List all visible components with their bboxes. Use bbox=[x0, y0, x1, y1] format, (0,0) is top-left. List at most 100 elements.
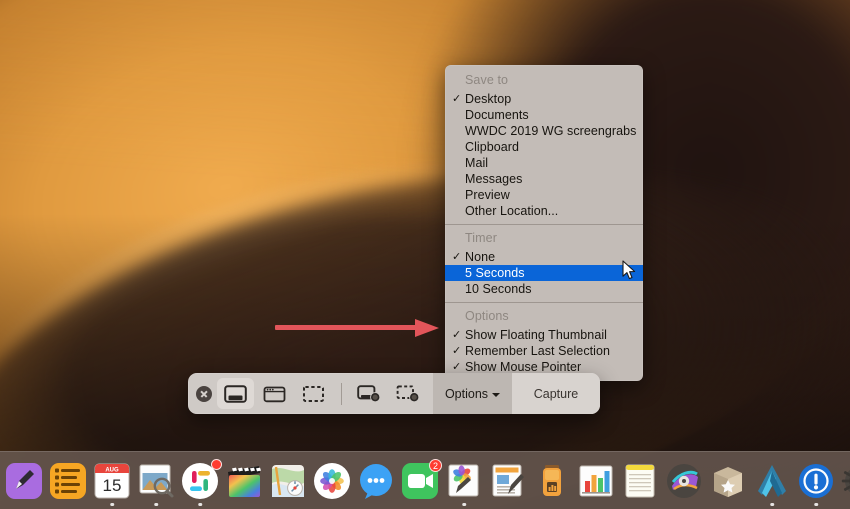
capture-button[interactable]: Capture bbox=[512, 373, 600, 414]
dock-item-facetime[interactable]: 2 bbox=[398, 454, 442, 506]
menu-item[interactable]: Other Location... bbox=[445, 203, 643, 219]
record-entire-screen-button[interactable] bbox=[351, 378, 388, 409]
menu-item[interactable]: Preview bbox=[445, 187, 643, 203]
app-running-indicator bbox=[110, 502, 114, 506]
dock-item-numbers[interactable] bbox=[574, 454, 618, 506]
screenshot-toolbar[interactable]: Options Capture bbox=[188, 373, 600, 414]
menu-item[interactable]: Documents bbox=[445, 107, 643, 123]
photos-icon bbox=[312, 461, 352, 501]
dock-item-calendar[interactable]: AUG 15 bbox=[90, 454, 134, 506]
dock-item-photos[interactable] bbox=[310, 454, 354, 506]
numbers-icon bbox=[576, 461, 616, 501]
screenshot-options-menu[interactable]: Save to ✓ Desktop Documents WWDC 2019 WG scr… bbox=[445, 65, 643, 381]
menu-item-label: Mail bbox=[465, 156, 489, 170]
final-cut-pro-icon bbox=[228, 466, 261, 497]
stickies-notes-icon bbox=[625, 464, 655, 498]
dock-item-final-cut-pro[interactable] bbox=[222, 454, 266, 506]
dock-item-stickies[interactable] bbox=[618, 454, 662, 506]
dvd-player-icon bbox=[664, 461, 704, 501]
app-running-indicator bbox=[154, 502, 158, 506]
preview-icon bbox=[136, 461, 176, 501]
system-preferences-gear-icon bbox=[841, 469, 850, 493]
menu-item[interactable]: ✓ Desktop bbox=[445, 91, 643, 107]
final-cut-pro-icon bbox=[224, 461, 264, 501]
menu-item[interactable]: Messages bbox=[445, 171, 643, 187]
checkmark-icon: ✓ bbox=[452, 345, 462, 357]
capture-entire-screen-button[interactable] bbox=[217, 378, 254, 409]
desktop-screen: Save to ✓ Desktop Documents WWDC 2019 WG scr… bbox=[0, 0, 850, 509]
close-icon[interactable] bbox=[196, 385, 212, 402]
dock-item-system-preferences[interactable] bbox=[838, 454, 850, 506]
dock[interactable]: AUG 15 2 bbox=[0, 451, 850, 509]
transmit-icon bbox=[752, 461, 792, 501]
menu-section-header: Timer bbox=[465, 231, 497, 245]
menu-item[interactable]: Mail bbox=[445, 155, 643, 171]
1password-icon bbox=[796, 461, 836, 501]
menu-item[interactable]: Clipboard bbox=[445, 139, 643, 155]
dock-item-1password[interactable] bbox=[794, 454, 838, 506]
dock-item-package-archive[interactable] bbox=[706, 454, 750, 506]
dock-item-dvd-player[interactable] bbox=[662, 454, 706, 506]
selected-window-icon bbox=[263, 386, 286, 402]
toolbar-divider bbox=[341, 382, 342, 405]
notification-badge: 2 bbox=[429, 459, 442, 472]
package-archive-icon bbox=[708, 461, 748, 501]
menu-item-label: Clipboard bbox=[465, 140, 519, 154]
dock-item-honey-jar-app[interactable] bbox=[530, 454, 574, 506]
app-running-indicator bbox=[462, 502, 466, 506]
dock-item-slack[interactable] bbox=[178, 454, 222, 506]
maps-icon bbox=[268, 461, 308, 501]
checkmark-icon: ✓ bbox=[452, 329, 462, 341]
reminders-icon bbox=[50, 463, 86, 499]
notes-edit-app-icon bbox=[4, 461, 44, 501]
menu-item[interactable]: WWDC 2019 WG screengrabs bbox=[445, 123, 643, 139]
menu-item[interactable]: ✓ Remember Last Selection bbox=[445, 343, 643, 359]
reminders-icon bbox=[48, 461, 88, 501]
svg-text:15: 15 bbox=[103, 476, 122, 495]
menu-item[interactable]: 10 Seconds bbox=[445, 281, 643, 297]
menu-section-header: Options bbox=[465, 309, 509, 323]
menu-item-label: Messages bbox=[465, 172, 523, 186]
red-arrow-annotation bbox=[275, 319, 453, 337]
dock-item-pages[interactable] bbox=[486, 454, 530, 506]
app-running-indicator bbox=[198, 502, 202, 506]
capture-selection-button[interactable] bbox=[295, 378, 332, 409]
desktop-wallpaper bbox=[0, 0, 850, 509]
menu-item-label: Remember Last Selection bbox=[465, 344, 610, 358]
record-selection-button[interactable] bbox=[390, 378, 427, 409]
dock-item-notes-edit-app[interactable] bbox=[2, 454, 46, 506]
system-preferences-icon bbox=[840, 461, 850, 501]
arrow-cursor-icon bbox=[622, 260, 636, 280]
menu-item[interactable]: ✓ None bbox=[445, 249, 643, 265]
options-button[interactable]: Options bbox=[433, 373, 512, 414]
capture-label: Capture bbox=[533, 386, 579, 401]
svg-text:AUG: AUG bbox=[105, 467, 119, 473]
mouse-pointer-cursor bbox=[622, 260, 637, 286]
menu-item[interactable]: 5 Seconds bbox=[445, 265, 643, 281]
dock-item-pixelmator[interactable] bbox=[442, 454, 486, 506]
dock-item-messages[interactable] bbox=[354, 454, 398, 506]
entire-screen-icon bbox=[224, 384, 247, 403]
menu-separator bbox=[445, 224, 643, 225]
stickies-icon bbox=[620, 461, 660, 501]
dock-item-preview[interactable] bbox=[134, 454, 178, 506]
numbers-icon bbox=[579, 465, 613, 497]
menu-item-label: Show Floating Thumbnail bbox=[465, 328, 607, 342]
menu-item[interactable]: ✓ Show Floating Thumbnail bbox=[445, 327, 643, 343]
pages-icon bbox=[492, 464, 524, 497]
dock-item-reminders[interactable] bbox=[46, 454, 90, 506]
menu-item-label: 5 Seconds bbox=[465, 266, 525, 280]
calendar-icon: AUG 15 bbox=[94, 463, 130, 499]
dock-item-transmit[interactable] bbox=[750, 454, 794, 506]
honey-jar-icon bbox=[543, 465, 561, 496]
preview-icon bbox=[139, 464, 174, 498]
menu-item-label: Documents bbox=[465, 108, 529, 122]
menu-item-label: Show Mouse Pointer bbox=[465, 360, 582, 374]
capture-window-button[interactable] bbox=[256, 378, 293, 409]
pixelmator-icon bbox=[448, 464, 479, 497]
dock-item-maps[interactable] bbox=[266, 454, 310, 506]
messages-icon bbox=[356, 461, 396, 501]
calendar-icon: AUG 15 bbox=[92, 461, 132, 501]
dvd-player-icon bbox=[667, 464, 701, 498]
maps-icon bbox=[272, 465, 304, 497]
